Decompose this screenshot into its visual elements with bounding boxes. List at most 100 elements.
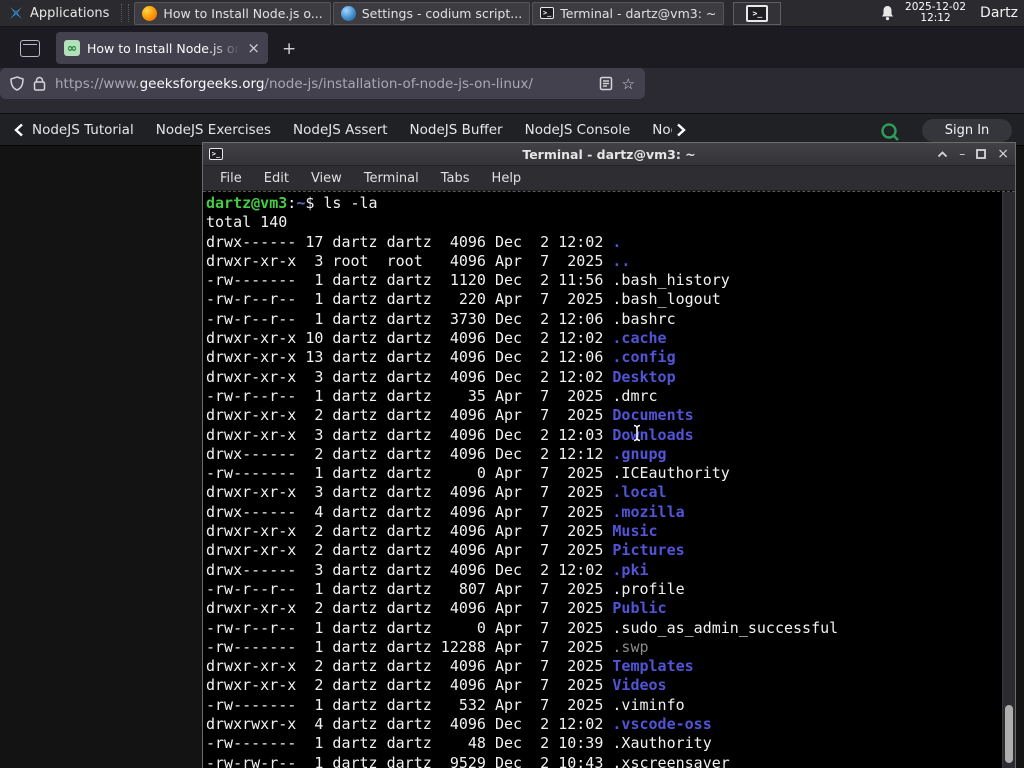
- workspace-pager[interactable]: >_: [733, 1, 782, 25]
- shade-window-icon[interactable]: [937, 150, 948, 158]
- file-name: Public: [612, 599, 667, 618]
- site-nav-link[interactable]: NodeJS Crypto: [652, 122, 672, 138]
- tab-title: How to Install Node.js on: [87, 40, 241, 56]
- lock-icon[interactable]: [33, 76, 46, 91]
- prompt-command: $ ls -la: [305, 194, 378, 212]
- terminal-scrollbar-thumb[interactable]: [1005, 705, 1013, 763]
- file-attrs: drwxr-xr-x 3 dartz dartz 4096 Dec 2 12:0…: [206, 425, 613, 444]
- file-name: .dmrc: [612, 386, 658, 405]
- search-icon[interactable]: [880, 122, 900, 142]
- file-name: .bash_logout: [612, 290, 721, 309]
- url-text[interactable]: https://www.geeksforgeeks.org/node-js/in…: [55, 76, 590, 92]
- tab-close-icon[interactable]: ×: [247, 39, 260, 57]
- sign-in-button[interactable]: Sign In: [922, 119, 1012, 142]
- file-attrs: -rw-rw-r-- 1 dartz dartz 9529 Dec 2 10:4…: [206, 753, 613, 768]
- url-path: /node-js/installation-of-node-js-on-linu…: [264, 75, 533, 92]
- terminal-line: -rw------- 1 dartz dartz 12288 Apr 7 202…: [206, 638, 1002, 657]
- file-attrs: drwxr-xr-x 2 dartz dartz 4096 Apr 7 2025: [206, 541, 613, 560]
- firefox-icon: [142, 5, 158, 21]
- file-attrs: -rw-r--r-- 1 dartz dartz 807 Apr 7 2025: [206, 579, 613, 598]
- site-nav-link[interactable]: NodeJS Buffer: [410, 122, 503, 138]
- prompt-user-host: dartz@vm3: [206, 194, 288, 212]
- terminal-menu-help[interactable]: Help: [481, 171, 533, 186]
- terminal-line: drwxr-xr-x 2 dartz dartz 4096 Apr 7 2025…: [206, 522, 1002, 541]
- terminal-minimize-button[interactable]: –: [959, 148, 965, 160]
- terminal-menu-tabs[interactable]: Tabs: [430, 171, 481, 186]
- terminal-scrollbar[interactable]: [1002, 192, 1015, 768]
- terminal-content[interactable]: dartz@vm3:~$ ls -la total 140 drwx------…: [203, 191, 1015, 768]
- terminal-line: drwxr-xr-x 2 dartz dartz 4096 Apr 7 2025…: [206, 676, 1002, 695]
- prompt-cwd: ~: [296, 194, 306, 212]
- prompt-colon: :: [287, 194, 297, 212]
- file-name: .ICEauthority: [612, 464, 730, 483]
- reader-mode-icon[interactable]: [599, 76, 613, 91]
- terminal-menu-terminal[interactable]: Terminal: [353, 171, 430, 186]
- browser-tab-active[interactable]: ∞ How to Install Node.js on ×: [56, 32, 268, 64]
- site-nav-link[interactable]: NodeJS Console: [525, 122, 631, 138]
- taskbar-button-label: How to Install Node.js o...: [163, 5, 323, 21]
- site-nav-link[interactable]: NodeJS Assert: [293, 122, 388, 138]
- terminal-menu-edit[interactable]: Edit: [253, 171, 300, 186]
- browser-toolbar: ← → https://www.geeksforgeeks.org/node-j…: [0, 68, 1024, 167]
- prompt-line: dartz@vm3:~$ ls -la: [206, 194, 1002, 213]
- file-attrs: -rw-r--r-- 1 dartz dartz 35 Apr 7 2025: [206, 386, 613, 405]
- taskbar-button[interactable]: >_ Terminal - dartz@vm3: ~: [532, 1, 725, 25]
- new-tab-button[interactable]: +: [282, 39, 296, 59]
- terminal-line: drwx------ 2 dartz dartz 4096 Dec 2 12:1…: [206, 445, 1002, 464]
- terminal-line: -rw-rw-r-- 1 dartz dartz 9529 Dec 2 10:4…: [206, 754, 1002, 768]
- terminal-line: -rw-r--r-- 1 dartz dartz 3730 Dec 2 12:0…: [206, 310, 1002, 329]
- terminal-line: -rw-r--r-- 1 dartz dartz 0 Apr 7 2025 .s…: [206, 619, 1002, 638]
- file-attrs: -rw------- 1 dartz dartz 48 Dec 2 10:39: [206, 734, 613, 753]
- panel-clock[interactable]: 2025-12-02 12:12: [905, 2, 966, 24]
- bookmark-star-icon[interactable]: ☆: [622, 75, 635, 93]
- notification-bell-icon[interactable]: [880, 5, 895, 21]
- codium-icon: [340, 5, 356, 21]
- file-attrs: drwxr-xr-x 2 dartz dartz 4096 Apr 7 2025: [206, 657, 613, 676]
- file-name: .local: [612, 483, 667, 502]
- file-name: Documents: [612, 406, 694, 425]
- firefox-view-icon[interactable]: [20, 40, 40, 57]
- terminal-line: drwxr-xr-x 2 dartz dartz 4096 Apr 7 2025…: [206, 599, 1002, 618]
- terminal-line: -rw------- 1 dartz dartz 48 Dec 2 10:39 …: [206, 734, 1002, 753]
- terminal-window-controls: – ×: [937, 147, 1009, 161]
- terminal-line: -rw------- 1 dartz dartz 0 Apr 7 2025 .I…: [206, 464, 1002, 483]
- file-attrs: -rw------- 1 dartz dartz 0 Apr 7 2025: [206, 464, 613, 483]
- site-nav-link[interactable]: NodeJS Tutorial: [32, 122, 134, 138]
- terminal-line: -rw------- 1 dartz dartz 1120 Dec 2 11:5…: [206, 271, 1002, 290]
- url-bar[interactable]: https://www.geeksforgeeks.org/node-js/in…: [0, 68, 645, 99]
- applications-menu-button[interactable]: Applications: [0, 0, 117, 26]
- taskbar-button[interactable]: How to Install Node.js o...: [134, 1, 331, 25]
- url-domain: geeksforgeeks.org: [139, 75, 265, 92]
- terminal-titlebar[interactable]: >_ Terminal - dartz@vm3: ~ – ×: [203, 143, 1015, 166]
- site-nav-link[interactable]: NodeJS Exercises: [156, 122, 271, 138]
- terminal-close-button[interactable]: ×: [997, 147, 1009, 161]
- file-attrs: drwxr-xr-x 10 dartz dartz 4096 Dec 2 12:…: [206, 329, 613, 348]
- file-name: .bashrc: [612, 309, 676, 328]
- taskbar-button[interactable]: Settings - codium script...: [332, 1, 531, 25]
- desktop-top-panel: Applications How to Install Node.js o...…: [0, 0, 1024, 27]
- file-name: .mozilla: [612, 502, 685, 521]
- terminal-line: drwxrwxr-x 4 dartz dartz 4096 Dec 2 12:0…: [206, 715, 1002, 734]
- terminal-line: drwxr-xr-x 10 dartz dartz 4096 Dec 2 12:…: [206, 329, 1002, 348]
- nav-scroll-right-icon[interactable]: [676, 123, 686, 137]
- file-name: Pictures: [612, 541, 685, 560]
- terminal-maximize-button[interactable]: [976, 149, 987, 159]
- nav-scroll-left-icon[interactable]: [14, 123, 24, 137]
- file-attrs: -rw------- 1 dartz dartz 12288 Apr 7 202…: [206, 637, 613, 656]
- terminal-menu-view[interactable]: View: [300, 171, 353, 186]
- terminal-menu-file[interactable]: File: [209, 171, 253, 186]
- tracking-shield-icon[interactable]: [10, 76, 24, 91]
- file-attrs: drwxr-xr-x 2 dartz dartz 4096 Apr 7 2025: [206, 406, 613, 425]
- terminal-title: Terminal - dartz@vm3: ~: [522, 146, 696, 162]
- file-name: .gnupg: [612, 444, 667, 463]
- file-name: .: [612, 232, 622, 251]
- file-attrs: -rw-r--r-- 1 dartz dartz 3730 Dec 2 12:0…: [206, 309, 613, 328]
- file-name: .bash_history: [612, 271, 730, 290]
- file-name: .vscode-oss: [612, 715, 712, 734]
- site-nav-links: NodeJS Tutorial NodeJS Exercises NodeJS As…: [32, 122, 672, 138]
- file-name: .cache: [612, 329, 667, 348]
- user-menu[interactable]: Dartz: [976, 5, 1018, 21]
- file-name: Music: [612, 522, 658, 541]
- taskbar-button-label: Settings - codium script...: [361, 5, 523, 21]
- terminal-line: -rw-r--r-- 1 dartz dartz 220 Apr 7 2025 …: [206, 290, 1002, 309]
